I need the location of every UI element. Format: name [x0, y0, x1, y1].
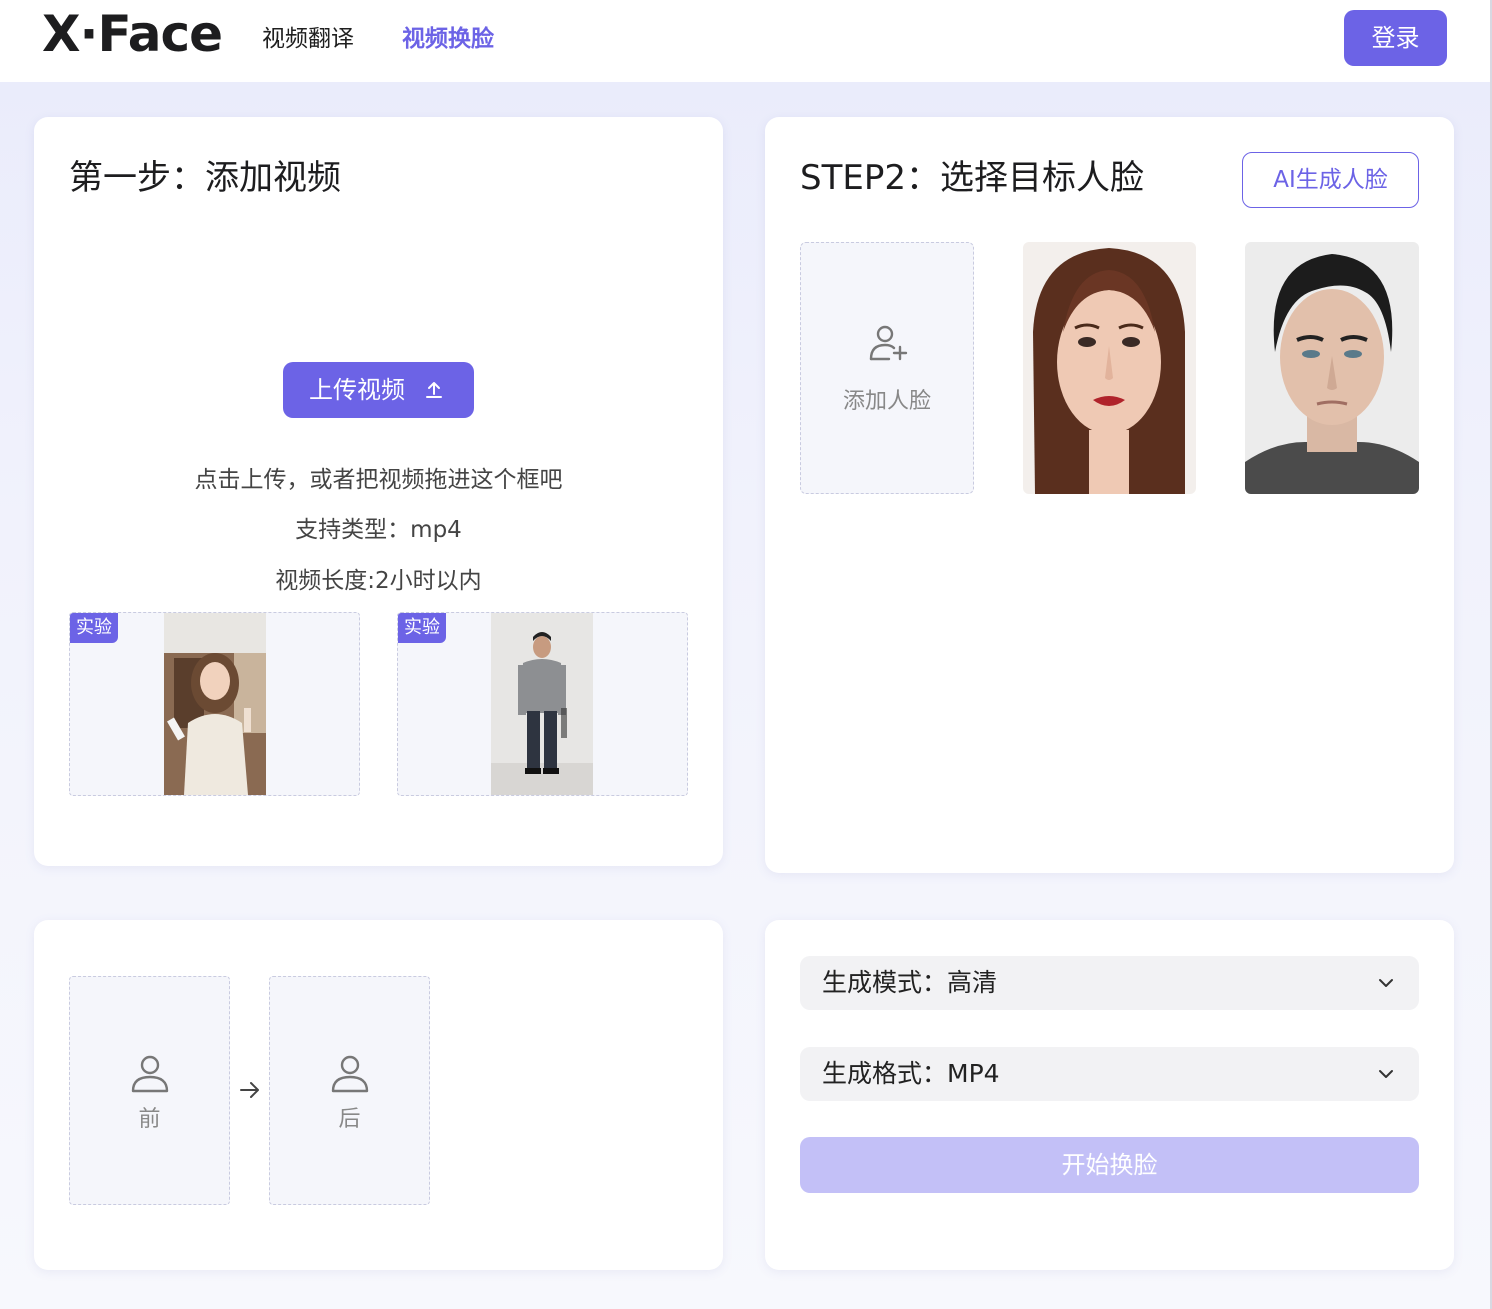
sample-badge: 实验	[70, 613, 118, 643]
logo[interactable]: X·Face	[42, 6, 223, 62]
upload-video-button[interactable]: 上传视频	[283, 362, 474, 418]
step2-card: STEP2：选择目标人脸 AI生成人脸 添加人脸	[765, 117, 1454, 873]
face-man-portrait	[1245, 242, 1419, 494]
chevron-down-icon	[1379, 1070, 1393, 1078]
face-option-1[interactable]	[1023, 242, 1196, 494]
step1-card[interactable]: 第一步：添加视频 上传视频 点击上传，或者把视频拖进这个框吧 支持类型：mp4 …	[34, 117, 723, 866]
user-icon	[131, 1055, 169, 1093]
video-thumbnail-man	[491, 613, 593, 795]
top-bar: X·Face 视频翻译 视频换脸 登录	[0, 0, 1490, 82]
start-face-swap-button[interactable]: 开始换脸	[800, 1137, 1419, 1193]
video-thumbnail-woman	[164, 613, 266, 795]
video-length-limit: 视频长度:2小时以内	[275, 568, 482, 594]
nav-face-swap[interactable]: 视频换脸	[402, 24, 494, 54]
sample-video-2[interactable]: 实验	[397, 612, 688, 796]
face-option-2[interactable]	[1245, 242, 1419, 494]
supported-types: 支持类型：mp4	[295, 517, 462, 543]
sample-badge: 实验	[398, 613, 446, 643]
after-slot: 后	[269, 976, 430, 1205]
arrow-right-icon	[240, 1082, 259, 1098]
upload-video-label: 上传视频	[309, 376, 405, 404]
chevron-down-icon	[1379, 979, 1393, 987]
generation-format-select[interactable]: 生成格式：MP4	[800, 1047, 1419, 1101]
preview-card: 前 后	[34, 920, 723, 1270]
user-icon	[331, 1055, 369, 1093]
add-user-icon	[869, 325, 908, 361]
before-slot: 前	[69, 976, 230, 1205]
generation-mode-select[interactable]: 生成模式：高清	[800, 956, 1419, 1010]
sample-video-1[interactable]: 实验	[69, 612, 360, 796]
face-woman-portrait	[1023, 242, 1196, 494]
upload-hint: 点击上传，或者把视频拖进这个框吧	[194, 467, 563, 493]
before-label: 前	[138, 1107, 161, 1132]
nav-video-translate[interactable]: 视频翻译	[262, 24, 354, 54]
add-face-button[interactable]: 添加人脸	[800, 242, 974, 494]
generation-format-label: 生成格式：MP4	[822, 1059, 1000, 1088]
generation-mode-label: 生成模式：高清	[822, 968, 998, 997]
ai-generate-face-button[interactable]: AI生成人脸	[1242, 152, 1419, 208]
after-label: 后	[338, 1107, 361, 1132]
step2-title: STEP2：选择目标人脸	[800, 158, 1144, 198]
step1-title: 第一步：添加视频	[69, 158, 341, 198]
settings-card: 生成模式：高清 生成格式：MP4 开始换脸	[765, 920, 1454, 1270]
add-face-label: 添加人脸	[842, 389, 931, 414]
upload-icon	[426, 382, 442, 398]
login-button[interactable]: 登录	[1344, 10, 1447, 66]
